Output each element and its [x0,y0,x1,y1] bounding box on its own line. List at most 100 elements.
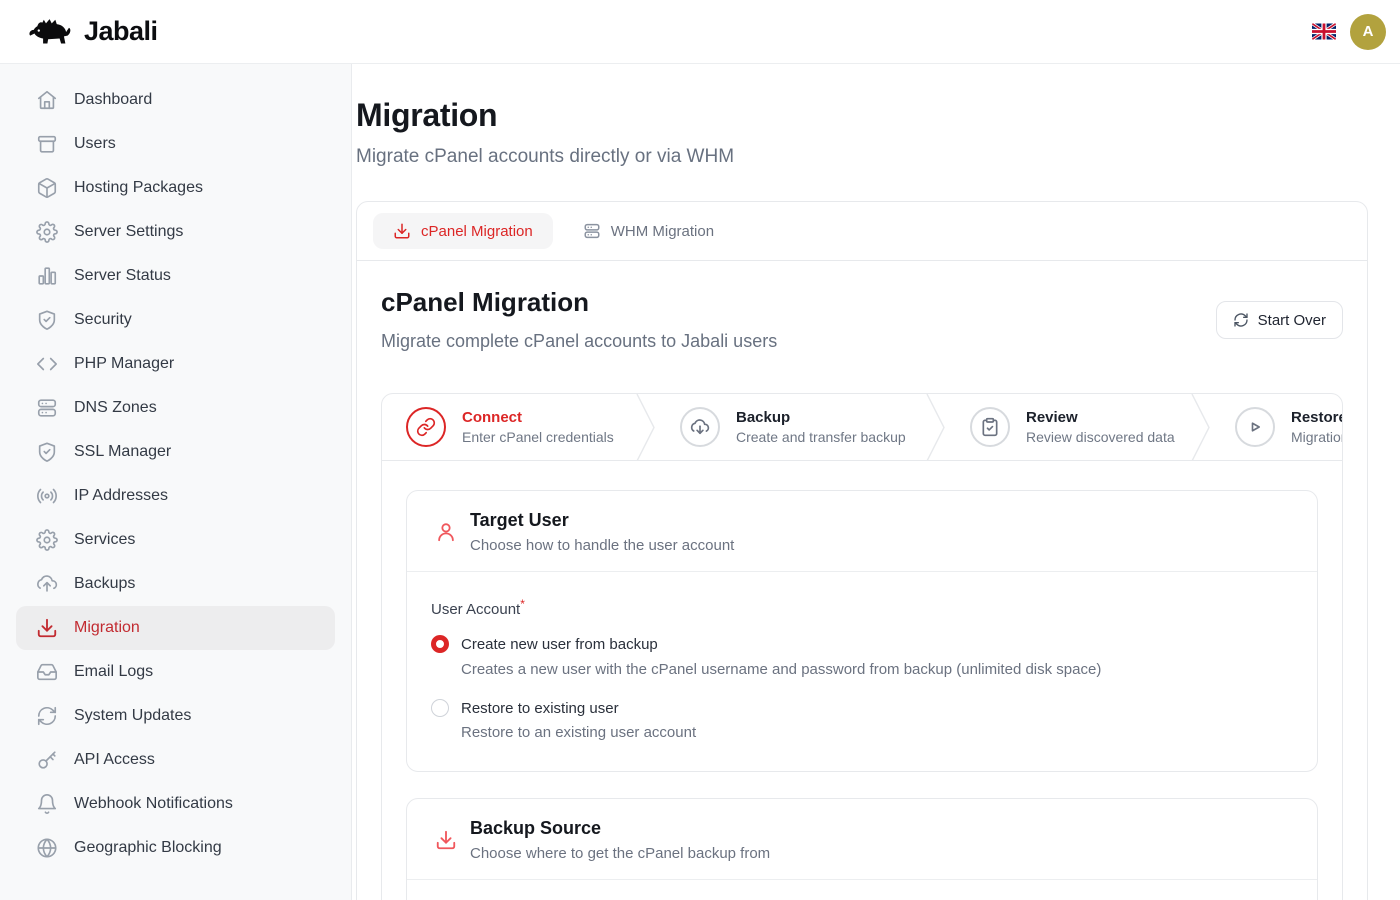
refresh-icon [36,705,58,727]
step-title: Review [1026,409,1175,426]
brand-logo[interactable]: Jabali [28,16,158,48]
sidebar-item-label: Hosting Packages [74,179,203,197]
sidebar-item-api-access[interactable]: API Access [16,738,335,782]
option-label: Create new user from backup [461,636,658,653]
sidebar-item-dashboard[interactable]: Dashboard [16,78,335,122]
section-title: Target User [470,510,734,531]
link-icon [416,417,436,437]
sidebar-item-label: Webhook Notifications [74,795,233,813]
radio-create-new-user[interactable]: Create new user from backup [431,635,1293,653]
user-avatar[interactable]: A [1350,14,1386,50]
sidebar-item-services[interactable]: Services [16,518,335,562]
inbox-icon [36,661,58,683]
radio-unselected[interactable] [431,699,449,717]
sidebar-item-label: PHP Manager [74,355,174,373]
start-over-label: Start Over [1258,312,1326,329]
tab-cpanel-migration[interactable]: cPanel Migration [373,213,553,249]
sidebar-item-label: SSL Manager [74,443,171,461]
sidebar-item-migration[interactable]: Migration [16,606,335,650]
server-stack-icon [36,397,58,419]
gear-icon [36,529,58,551]
brand-name: Jabali [84,16,158,47]
page-title: Migration [356,97,1368,134]
option-label: Restore to existing user [461,700,619,717]
home-icon [36,89,58,111]
sidebar-item-label: DNS Zones [74,399,157,417]
migration-card: cPanel Migration WHM Migration cPanel Mi… [356,201,1368,900]
page-subtitle: Migrate cPanel accounts directly or via … [356,146,1368,168]
sidebar-item-ssl-manager[interactable]: SSL Manager [16,430,335,474]
step-subtitle: Enter cPanel credentials [462,429,614,445]
step-subtitle: Review discovered data [1026,429,1175,445]
key-icon [36,749,58,771]
boar-logo-icon [28,16,74,48]
step-title: Backup [736,409,906,426]
server-stack-icon [583,222,601,240]
step-subtitle: Create and transfer backup [736,429,906,445]
sidebar-item-security[interactable]: Security [16,298,335,342]
sidebar-item-dns-zones[interactable]: DNS Zones [16,386,335,430]
step-circle [680,407,720,447]
app-header: Jabali A [0,0,1400,64]
step-review: Review Review discovered data [946,394,1191,460]
sidebar-item-system-updates[interactable]: System Updates [16,694,335,738]
sidebar-item-label: API Access [74,751,155,769]
sidebar-item-label: System Updates [74,707,191,725]
sidebar-item-server-settings[interactable]: Server Settings [16,210,335,254]
shield-check-icon [36,441,58,463]
clipboard-check-icon [980,417,1000,437]
start-over-button[interactable]: Start Over [1216,301,1343,339]
main-content: Migration Migrate cPanel accounts direct… [352,64,1400,900]
download-icon [36,617,58,639]
person-icon [435,521,457,543]
radio-restore-existing-user[interactable]: Restore to existing user [431,699,1293,717]
step-restore: Restore Migration [1211,394,1342,460]
package-icon [36,177,58,199]
download-icon [435,829,457,851]
sidebar-item-label: Server Settings [74,223,183,241]
sidebar-item-php-manager[interactable]: PHP Manager [16,342,335,386]
code-icon [36,353,58,375]
sidebar-item-hosting-packages[interactable]: Hosting Packages [16,166,335,210]
sidebar-item-label: Security [74,311,132,329]
refresh-icon [1233,312,1249,328]
bell-icon [36,793,58,815]
uk-flag-icon[interactable] [1312,23,1336,40]
broadcast-icon [36,485,58,507]
section-subtitle: Choose how to handle the user account [470,537,734,554]
sidebar-item-email-logs[interactable]: Email Logs [16,650,335,694]
sidebar-item-server-status[interactable]: Server Status [16,254,335,298]
step-separator [1191,394,1211,460]
sidebar-item-backups[interactable]: Backups [16,562,335,606]
tab-label: WHM Migration [611,223,714,240]
target-user-section: Target User Choose how to handle the use… [406,490,1318,772]
step-backup: Backup Create and transfer backup [656,394,926,460]
section-title: Backup Source [470,818,770,839]
gear-icon [36,221,58,243]
radio-selected[interactable] [431,635,449,653]
bar-chart-icon [36,265,58,287]
sidebar-item-label: Dashboard [74,91,152,109]
sidebar-item-label: Migration [74,619,140,637]
download-icon [393,222,411,240]
sidebar-item-label: Users [74,135,116,153]
sidebar-item-webhook-notifications[interactable]: Webhook Notifications [16,782,335,826]
tab-whm-migration[interactable]: WHM Migration [563,213,734,249]
sidebar-item-label: Geographic Blocking [74,839,222,857]
option-description: Restore to an existing user account [461,724,1293,741]
step-circle [406,407,446,447]
shield-check-icon [36,309,58,331]
migration-tabs: cPanel Migration WHM Migration [357,202,1367,261]
step-circle [970,407,1010,447]
globe-icon [36,837,58,859]
panel-title: cPanel Migration [381,287,777,318]
sidebar-item-label: Services [74,531,135,549]
sidebar-item-ip-addresses[interactable]: IP Addresses [16,474,335,518]
step-circle [1235,407,1275,447]
step-title: Restore [1291,409,1342,426]
sidebar-item-users[interactable]: Users [16,122,335,166]
step-separator [926,394,946,460]
tab-label: cPanel Migration [421,223,533,240]
step-separator [636,394,656,460]
sidebar-item-geographic-blocking[interactable]: Geographic Blocking [16,826,335,870]
